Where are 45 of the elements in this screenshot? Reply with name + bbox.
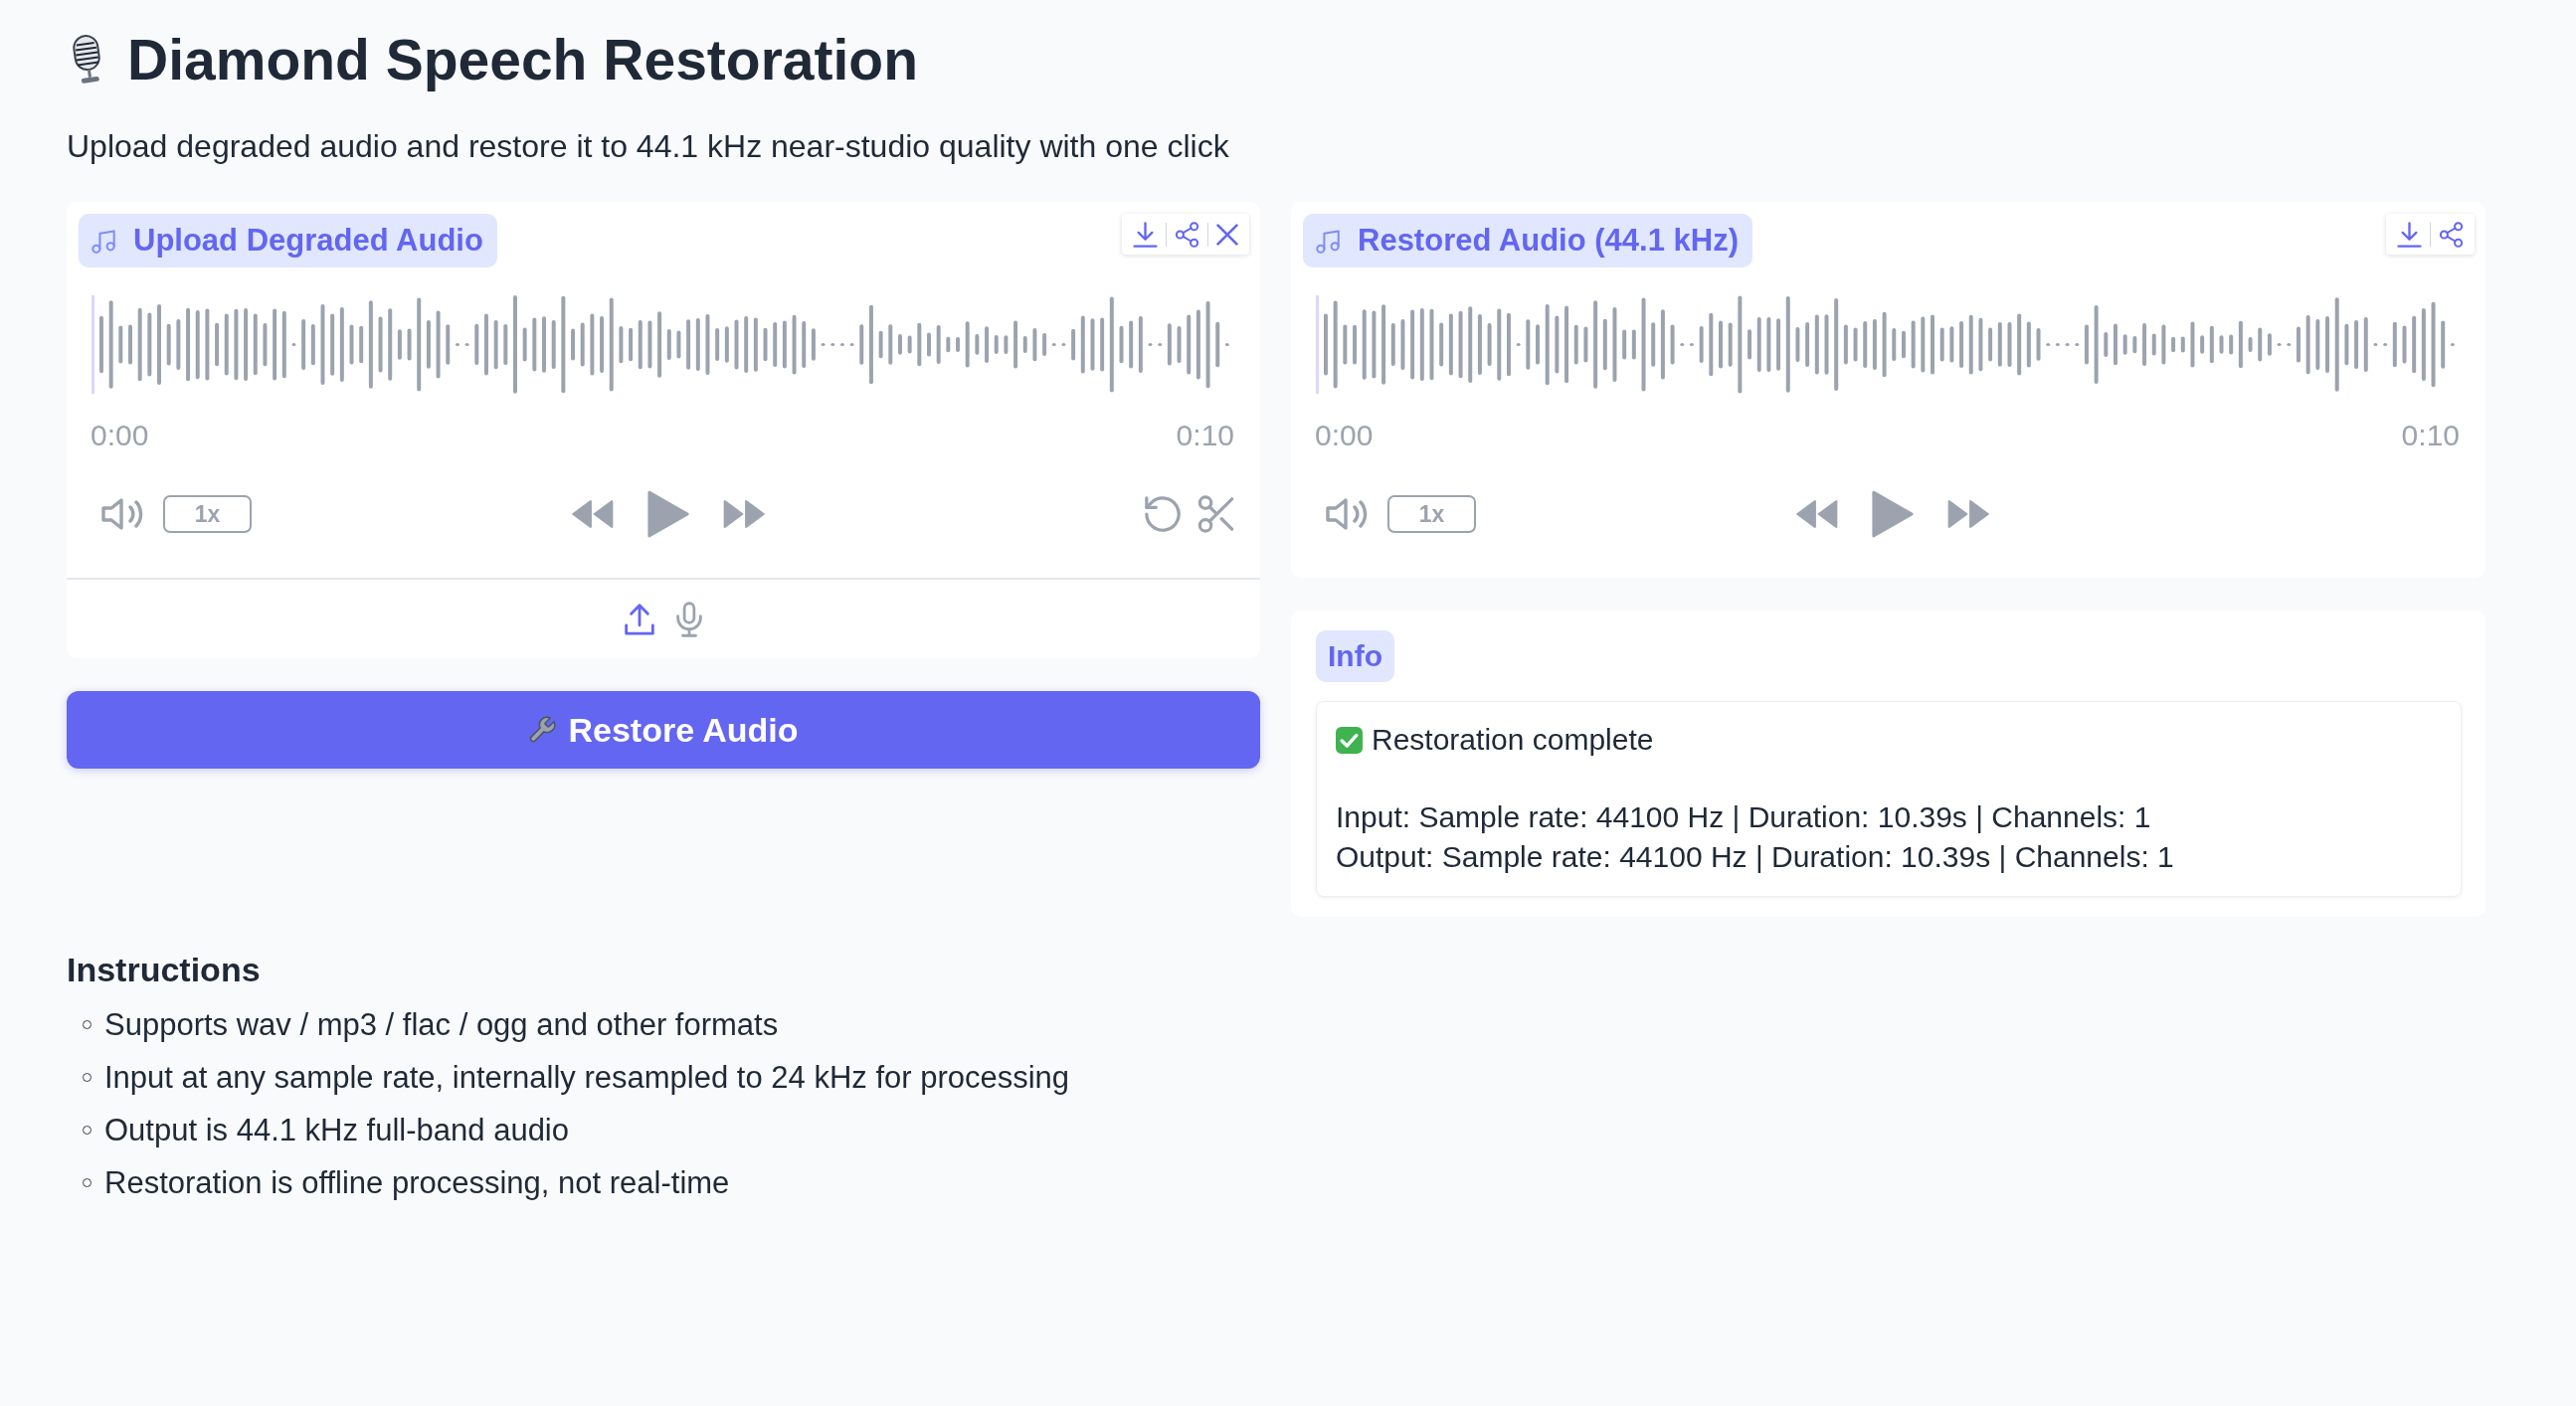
close-icon	[1216, 223, 1238, 246]
undo-icon	[1144, 495, 1182, 533]
panel-title: Upload Degraded Audio	[133, 223, 483, 259]
restore-audio-button[interactable]: Restore Audio	[67, 691, 1260, 769]
music-note-icon	[1316, 228, 1340, 254]
instruction-text: Output is 44.1 kHz full-band audio	[104, 1112, 569, 1148]
scissors-icon	[1197, 495, 1234, 533]
play-button[interactable]	[1871, 489, 1915, 539]
play-icon	[645, 489, 690, 539]
download-icon	[2397, 221, 2422, 248]
download-icon	[1133, 221, 1158, 248]
current-time: 0:00	[91, 419, 149, 452]
instruction-text: Restoration is offline processing, not real-time	[104, 1164, 730, 1201]
instruction-text: Supports wav / mp3 / flac / ogg and other formats	[104, 1006, 779, 1043]
current-time: 0:00	[1315, 419, 1374, 452]
panel-title: Restored Audio (44.1 kHz)	[1358, 223, 1739, 259]
instruction-text: Input at any sample rate, internally resampled to 24 kHz for processing	[104, 1059, 1070, 1096]
undo-button[interactable]	[1144, 495, 1182, 533]
check-icon	[1336, 726, 1363, 754]
info-line: Input: Sample rate: 44100 Hz | Duration: 10.39s | Channels: 1	[1336, 799, 2152, 835]
page-subtitle: Upload degraded audio and restore it to 44.1 kHz near-studio quality with one click	[67, 128, 1230, 164]
upload-source-button[interactable]	[625, 603, 654, 635]
upload-icon	[625, 603, 654, 635]
total-duration: 0:10	[2401, 419, 2460, 452]
status-message: Restoration complete	[1372, 722, 1654, 758]
share-icon	[1175, 221, 1199, 248]
music-note-icon	[92, 228, 115, 254]
playback-speed-button[interactable]: 1x	[163, 495, 252, 533]
trim-button[interactable]	[1197, 495, 1234, 533]
page-title: Diamond Speech Restoration	[127, 27, 918, 92]
volume-button[interactable]	[1326, 498, 1368, 530]
playback-speed-button[interactable]: 1x	[1387, 495, 1476, 533]
play-icon	[1871, 489, 1915, 539]
volume-button[interactable]	[101, 498, 143, 530]
volume-icon	[1326, 498, 1368, 530]
volume-icon	[101, 498, 143, 530]
total-duration: 0:10	[1176, 419, 1234, 452]
microphone-source-button[interactable]	[676, 601, 702, 637]
share-icon	[2439, 221, 2464, 248]
info-line: Output: Sample rate: 44100 Hz | Duration: 10.39s | Channels: 1	[1336, 839, 2175, 875]
play-button[interactable]	[645, 489, 690, 539]
microphone-icon	[676, 601, 702, 637]
wrench-icon	[528, 716, 557, 744]
info-label: Info	[1316, 630, 1394, 682]
instructions-heading: Instructions	[67, 950, 262, 989]
